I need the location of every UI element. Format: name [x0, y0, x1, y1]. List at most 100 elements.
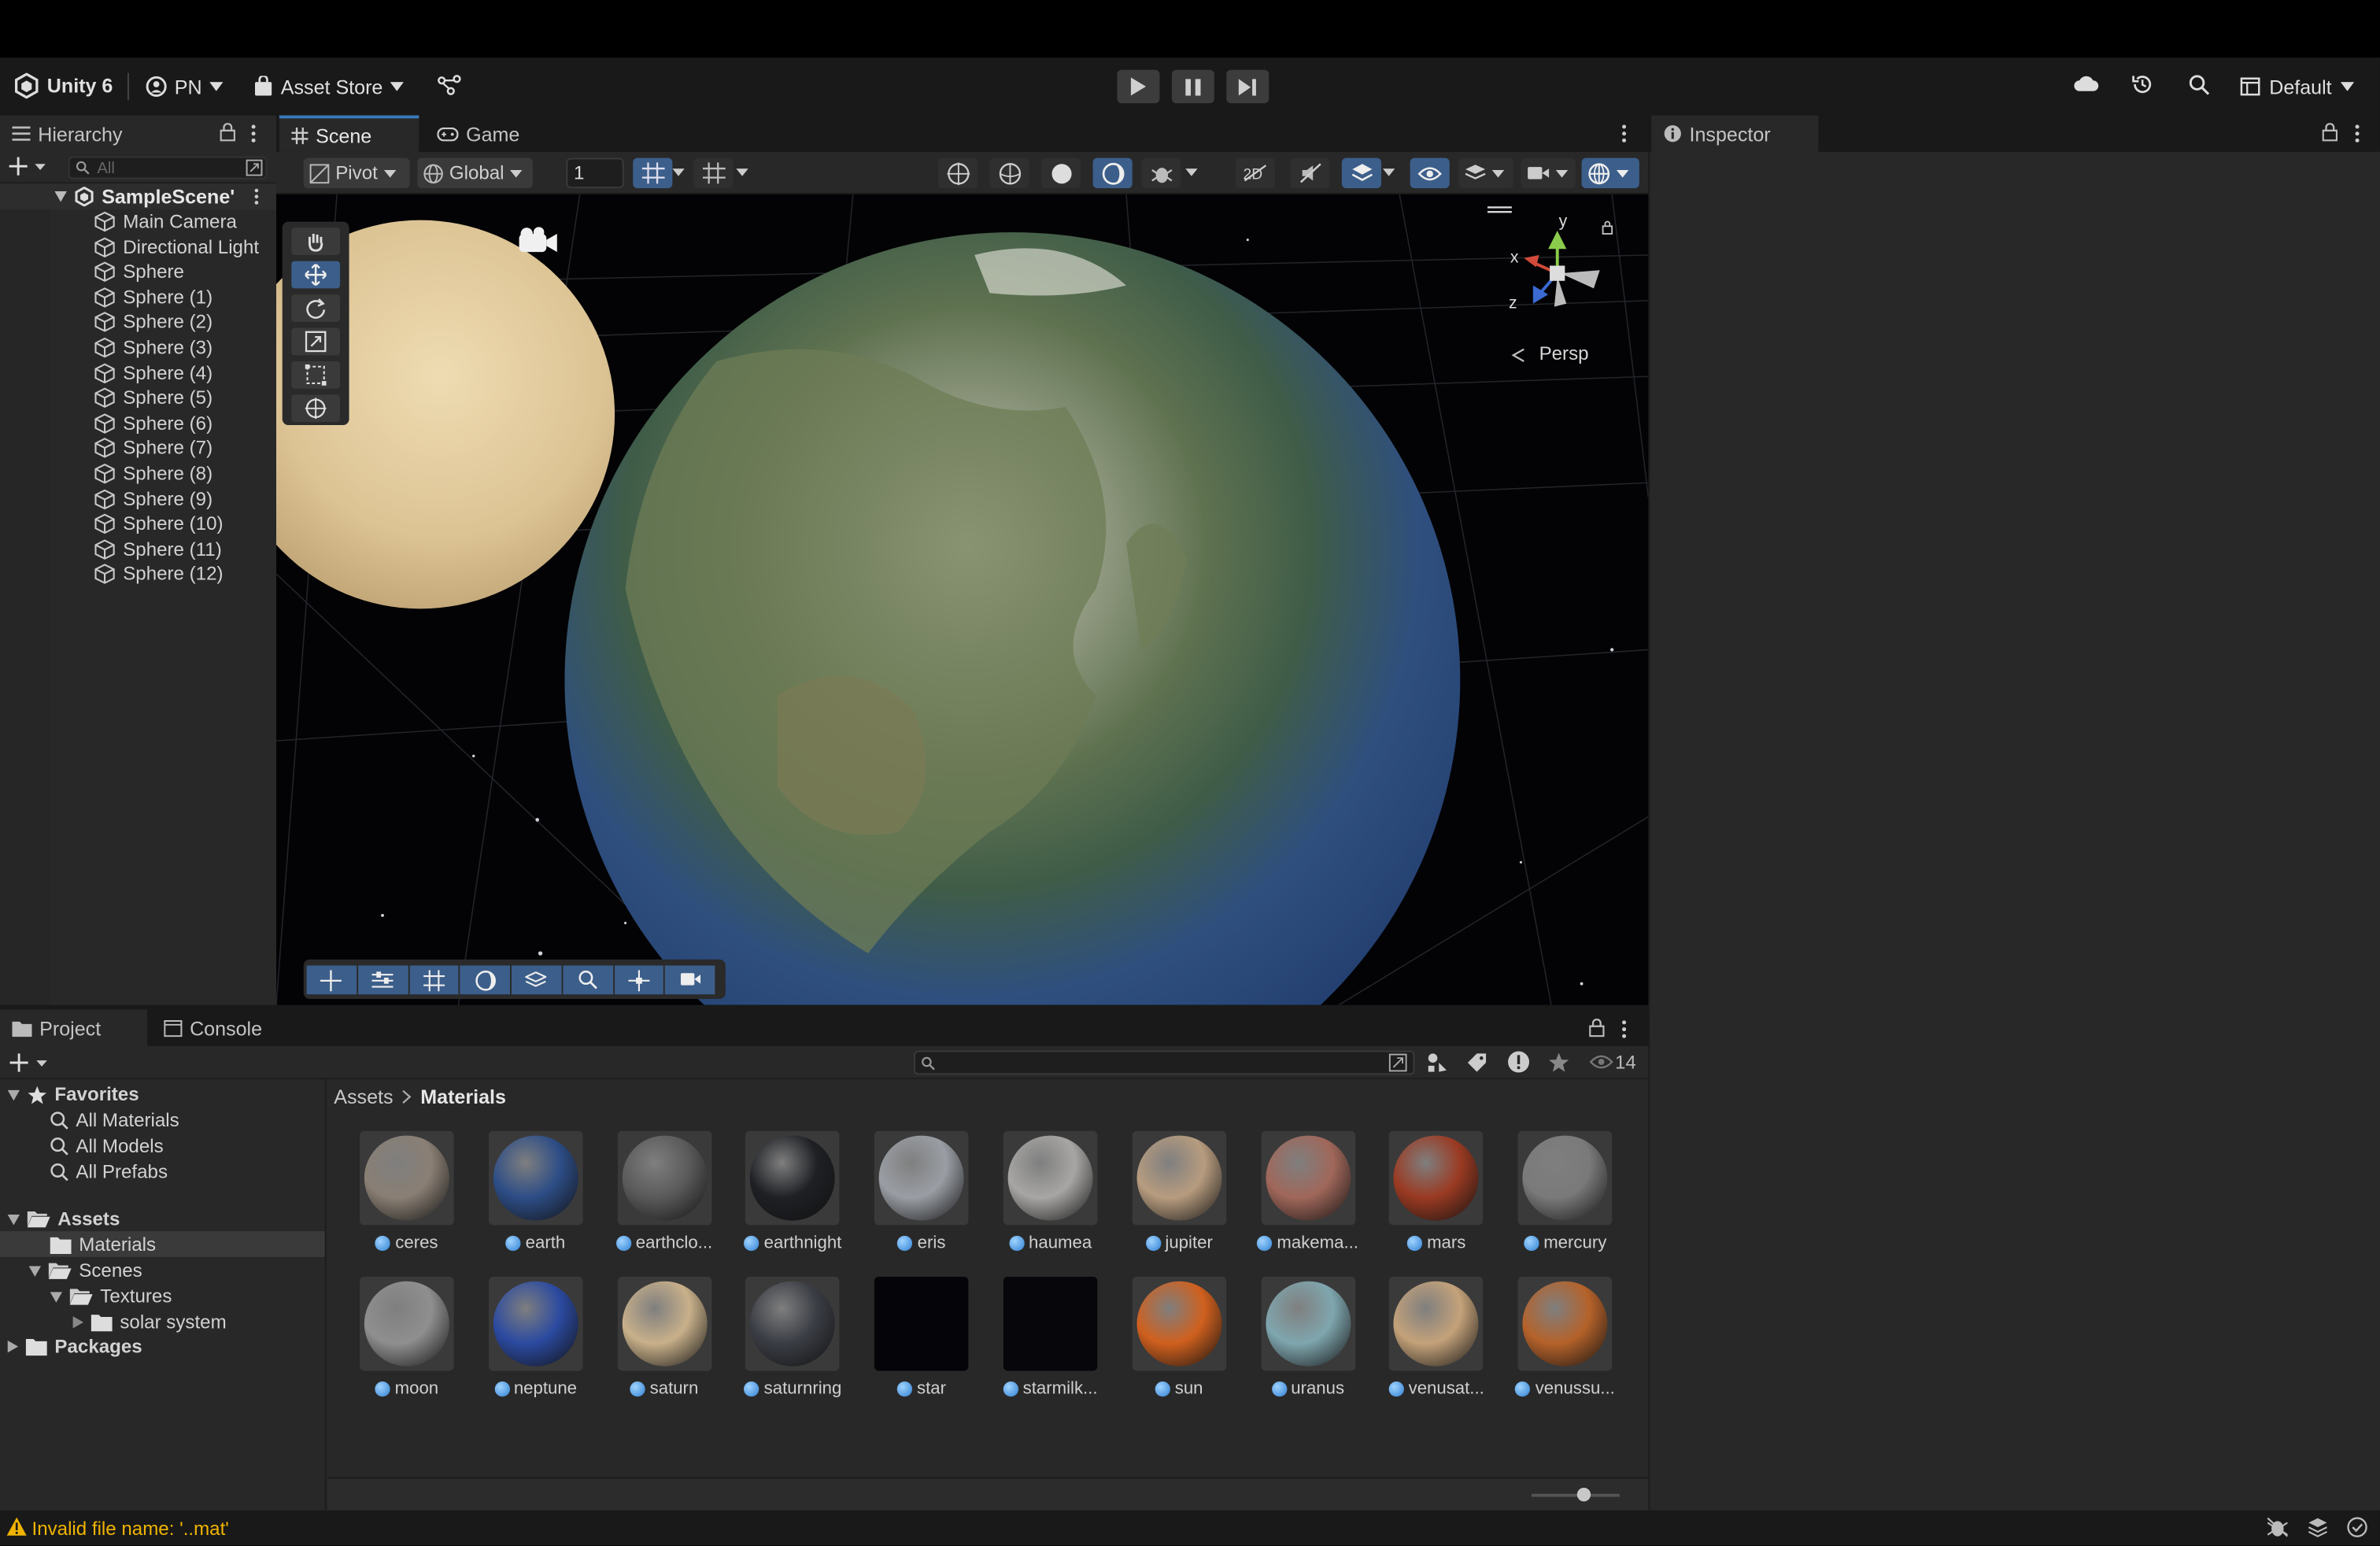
2d-toggle-button[interactable]: 2D — [1235, 157, 1275, 189]
gizmo-toggle-button[interactable] — [937, 157, 978, 189]
slider-thumb[interactable] — [1576, 1487, 1591, 1502]
hierarchy-item[interactable]: Sphere (12) — [94, 562, 224, 586]
more-options-icon[interactable] — [1621, 1020, 1628, 1038]
asset-item[interactable]: starmilk... — [989, 1276, 1111, 1398]
asset-item[interactable]: star — [861, 1276, 982, 1398]
asset-item[interactable]: moon — [346, 1276, 468, 1398]
audio-toggle-button[interactable] — [1290, 157, 1330, 189]
effects-button[interactable] — [1341, 157, 1381, 189]
chevron-down-icon[interactable] — [1185, 168, 1198, 176]
hierarchy-item[interactable]: Sphere (7) — [94, 436, 213, 460]
asset-item[interactable]: uranus — [1247, 1276, 1369, 1398]
overlay-move-button[interactable] — [306, 965, 357, 995]
tab-game[interactable]: Game — [425, 116, 546, 152]
asset-item[interactable]: mercury — [1505, 1130, 1626, 1252]
hierarchy-item[interactable]: Sphere (9) — [94, 486, 213, 511]
wireframe-button[interactable] — [989, 157, 1029, 189]
step-button[interactable] — [1226, 69, 1269, 104]
grid-visibility-button[interactable] — [693, 157, 734, 189]
asset-item[interactable]: earthnight — [732, 1130, 853, 1252]
transform-tool-button[interactable] — [291, 394, 340, 423]
version-control-icon[interactable] — [437, 74, 461, 95]
lock-icon[interactable] — [220, 123, 235, 142]
history-icon[interactable] — [2131, 73, 2154, 96]
play-button[interactable] — [1117, 69, 1160, 104]
grid-size-input[interactable]: 1 — [566, 157, 624, 189]
filter-by-type-icon[interactable] — [1427, 1052, 1448, 1073]
asset-item[interactable]: jupiter — [1118, 1130, 1240, 1252]
favorite-item[interactable]: All Models — [50, 1134, 164, 1159]
move-tool-button[interactable] — [291, 261, 340, 289]
overlay-layers-button[interactable] — [511, 965, 562, 995]
cloud-icon[interactable] — [2073, 74, 2099, 92]
favorites-row[interactable]: Favorites — [7, 1082, 139, 1107]
status-message[interactable]: Invalid file name: '..mat' — [31, 1518, 228, 1540]
asset-item[interactable]: saturnring — [732, 1276, 853, 1398]
more-options-icon[interactable] — [253, 188, 260, 205]
assets-folder-row[interactable]: Assets — [7, 1207, 120, 1231]
scale-tool-button[interactable] — [291, 327, 340, 356]
hierarchy-item[interactable]: Sphere (5) — [94, 386, 213, 410]
debug-bug-icon[interactable] — [2266, 1517, 2289, 1538]
overlay-lighting-button[interactable] — [460, 965, 510, 995]
asset-item[interactable]: makema... — [1247, 1130, 1369, 1252]
search-icon[interactable] — [2189, 74, 2210, 95]
shaded-button[interactable] — [1040, 157, 1081, 189]
add-icon[interactable] — [9, 157, 46, 176]
add-icon[interactable] — [9, 1052, 49, 1073]
lock-icon[interactable] — [1589, 1019, 1605, 1037]
layers-dropdown[interactable] — [1458, 157, 1513, 189]
overlay-camera-button[interactable] — [665, 965, 715, 995]
overlay-search-button[interactable] — [563, 965, 613, 995]
breadcrumb-materials[interactable]: Materials — [420, 1085, 506, 1108]
tab-console[interactable]: Console — [152, 1009, 289, 1045]
layout-dropdown[interactable]: Default — [2240, 70, 2355, 103]
pause-button[interactable] — [1171, 69, 1214, 104]
overlay-snap-button[interactable] — [614, 965, 664, 995]
packages-folder-row[interactable]: Packages — [7, 1334, 142, 1359]
asset-item[interactable]: saturn — [604, 1276, 725, 1398]
asset-item[interactable]: venussu... — [1505, 1276, 1626, 1398]
hierarchy-item[interactable]: Directional Light — [94, 235, 259, 259]
asset-item[interactable]: mars — [1376, 1130, 1497, 1252]
pivot-dropdown[interactable]: Pivot — [303, 157, 410, 189]
debug-draw-button[interactable] — [1141, 157, 1181, 189]
lighting-button[interactable] — [1092, 157, 1133, 189]
asset-item[interactable]: haumea — [989, 1130, 1111, 1252]
lock-icon[interactable] — [2322, 123, 2338, 142]
asset-item[interactable]: earth — [475, 1130, 596, 1252]
chevron-down-icon[interactable] — [736, 168, 748, 176]
favorite-item[interactable]: All Prefabs — [50, 1160, 168, 1184]
hand-tool-button[interactable] — [291, 227, 340, 255]
overlay-grid-button[interactable] — [408, 965, 459, 995]
hierarchy-item[interactable]: Main Camera — [94, 209, 237, 234]
rect-tool-button[interactable] — [291, 361, 340, 389]
asset-item[interactable]: sun — [1118, 1276, 1240, 1398]
solar-system-folder-row[interactable]: solar system — [72, 1310, 227, 1334]
hierarchy-item[interactable]: Sphere — [94, 260, 184, 284]
hierarchy-item[interactable]: Sphere (4) — [94, 361, 213, 385]
materials-folder-row[interactable]: Materials — [50, 1233, 156, 1257]
hierarchy-item[interactable]: Sphere (6) — [94, 411, 213, 435]
hidden-packages-eye-icon[interactable] — [1589, 1053, 1613, 1070]
check-circle-icon[interactable] — [2347, 1517, 2368, 1538]
asset-item[interactable]: venusat... — [1376, 1276, 1497, 1398]
tag-icon[interactable] — [1466, 1052, 1488, 1073]
scene-visibility-button[interactable] — [1410, 157, 1450, 189]
hierarchy-item[interactable]: Sphere (3) — [94, 335, 213, 360]
chevron-down-icon[interactable] — [672, 168, 685, 176]
more-options-icon[interactable] — [250, 124, 257, 142]
hierarchy-item[interactable]: Sphere (8) — [94, 461, 213, 486]
asset-item[interactable]: ceres — [346, 1130, 468, 1252]
asset-item[interactable]: eris — [861, 1130, 982, 1252]
thumbnail-size-slider[interactable] — [1531, 1493, 1620, 1497]
chevron-down-icon[interactable] — [1382, 168, 1395, 176]
tab-scene[interactable]: Scene — [279, 115, 419, 152]
hierarchy-item[interactable]: Sphere (10) — [94, 512, 224, 536]
tab-inspector[interactable]: Inspector — [1651, 115, 1819, 152]
hierarchy-item[interactable]: Sphere (11) — [94, 537, 222, 561]
rotate-tool-button[interactable] — [291, 294, 340, 322]
account-dropdown[interactable]: PN — [146, 70, 224, 103]
search-filter-icon[interactable] — [1388, 1053, 1407, 1072]
more-options-icon[interactable] — [2354, 124, 2360, 142]
